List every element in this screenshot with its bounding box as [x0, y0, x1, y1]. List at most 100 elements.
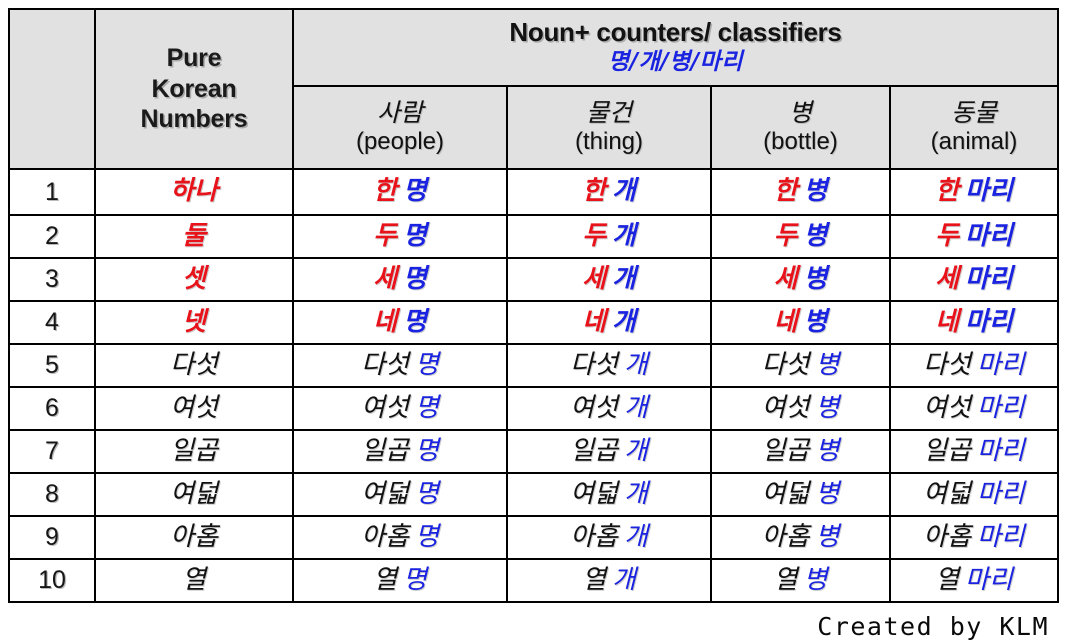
animal-number-word: 일곱	[923, 435, 971, 466]
bottle-counter-word: 병	[815, 435, 840, 466]
people-counter-cell-1: 한명	[292, 168, 508, 216]
animal-counter-cell-10: 열 마리	[889, 558, 1059, 603]
row-index-2: 2	[8, 214, 96, 259]
people-counter-cell-5: 다섯 명	[292, 343, 508, 388]
thing-number-word: 두	[582, 220, 606, 251]
animal-counter-word: 마리	[965, 220, 1013, 251]
row-index-3: 3	[8, 257, 96, 302]
table-row: 8 여덟 여덟 명 여덟 개 여덟 병 여덟 마리	[8, 472, 1059, 517]
people-counter-cell-3: 세명	[292, 257, 508, 302]
table-row: 4 넷 네 명 네 개 네 병 네 마리	[8, 300, 1059, 345]
animal-number-word: 한	[935, 176, 960, 207]
animal-number-word: 네	[935, 306, 960, 337]
bottle-counter-word: 병	[803, 564, 828, 595]
row-index-5: 5	[8, 343, 96, 388]
table-body: 1 하나 한 명 한 개 한 병 한 마리 2 둘 두 명 두 개 두 병 두 마리 3 셋 세 명 세 개 세 병 세 마리 4 넷 네 명 네 개…	[8, 168, 1059, 603]
people-counter-cell-9: 아홉 명	[292, 515, 508, 560]
people-counter-word: 명	[414, 521, 439, 552]
animal-number-word: 여섯	[923, 392, 971, 423]
table-header: Pure Korean Numbers Noun+ counters/ clas…	[8, 8, 1059, 171]
people-counter-word: 명	[414, 349, 439, 380]
people-counter-cell-10: 열명	[292, 558, 508, 603]
thing-counter-word: 개	[623, 478, 648, 509]
header-noun-counters-classifiers: Noun+ counters/ classifiers 명/개/병/마리	[292, 8, 1059, 87]
people-counter-word: 명	[403, 263, 427, 294]
bottle-number-word: 일곱	[761, 435, 810, 466]
people-number-word: 한	[373, 176, 397, 207]
table-row: 7 일곱 일곱 명 일곱 개 일곱 병 일곱 마리	[8, 429, 1059, 474]
people-number-word: 세	[373, 263, 397, 294]
animal-counter-cell-2: 두 마리	[889, 214, 1059, 259]
row-index-4: 4	[8, 300, 96, 345]
header-index-corner	[8, 8, 96, 170]
pure-number-7: 일곱	[94, 429, 294, 474]
animal-counter-word: 마리	[977, 392, 1025, 423]
row-index-9: 9	[8, 515, 96, 560]
thing-counter-cell-4: 네개	[506, 300, 712, 345]
subcolumn-thing-english: (thing)	[574, 127, 644, 155]
thing-counter-word: 개	[612, 306, 636, 337]
thing-counter-word: 개	[612, 176, 636, 207]
thing-number-word: 여섯	[570, 392, 618, 423]
noun-counters-korean: 명/개/병/마리	[607, 49, 743, 76]
korean-counters-chart: Pure Korean Numbers Noun+ counters/ clas…	[8, 8, 1059, 641]
people-counter-word: 명	[403, 564, 427, 595]
credit-text: Created by KLM	[817, 612, 1049, 641]
pure-number-word: 여덟	[170, 478, 218, 509]
thing-counter-cell-3: 세개	[506, 257, 712, 302]
bottle-counter-cell-1: 한병	[710, 168, 891, 216]
animal-number-word: 세	[935, 263, 960, 294]
animal-counter-word: 마리	[965, 263, 1013, 294]
pure-number-9: 아홉	[94, 515, 294, 560]
pure-number-word: 아홉	[170, 521, 218, 552]
pure-number-10: 열	[94, 558, 294, 603]
thing-number-word: 네	[582, 306, 606, 337]
people-counter-word: 명	[414, 392, 439, 423]
people-counter-cell-8: 여덟 명	[292, 472, 508, 517]
bottle-number-word: 한	[773, 176, 798, 207]
animal-counter-cell-3: 세 마리	[889, 257, 1059, 302]
bottle-counter-cell-7: 일곱 병	[710, 429, 891, 474]
table-row: 5 다섯 다섯 명 다섯 개 다섯 병 다섯 마리	[8, 343, 1059, 388]
pure-number-word: 넷	[182, 306, 206, 337]
pure-number-word: 둘	[182, 220, 206, 251]
thing-number-word: 한	[582, 176, 606, 207]
thing-counter-cell-10: 열개	[506, 558, 712, 603]
thing-counter-cell-5: 다섯 개	[506, 343, 712, 388]
thing-counter-word: 개	[623, 349, 648, 380]
table-row: 10 열 열 명 열 개 열 병 열 마리	[8, 558, 1059, 603]
table-row: 6 여섯 여섯 명 여섯 개 여섯 병 여섯 마리	[8, 386, 1059, 431]
people-number-word: 두	[373, 220, 397, 251]
people-counter-cell-7: 일곱 명	[292, 429, 508, 474]
animal-counter-word: 마리	[977, 478, 1025, 509]
bottle-counter-word: 병	[815, 392, 840, 423]
bottle-number-word: 아홉	[761, 521, 810, 552]
subcolumn-bottle-english: (bottle)	[763, 127, 838, 155]
subcolumn-people-english: (people)	[355, 127, 445, 155]
bottle-number-word: 네	[773, 306, 798, 337]
bottle-number-word: 열	[773, 564, 798, 595]
subcolumn-thing-korean: 물건	[585, 97, 632, 127]
table-row: 2 둘 두 명 두 개 두 병 두 마리	[8, 214, 1059, 259]
animal-counter-cell-9: 아홉 마리	[889, 515, 1059, 560]
people-counter-word: 명	[403, 176, 427, 207]
people-counter-cell-6: 여섯 명	[292, 386, 508, 431]
subcolumn-animal-korean: 동물	[950, 97, 997, 127]
pure-number-word: 여섯	[170, 392, 218, 423]
footer: Created by KLM	[8, 612, 1057, 641]
animal-number-word: 두	[935, 220, 960, 251]
bottle-counter-cell-4: 네병	[710, 300, 891, 345]
bottle-counter-cell-8: 여덟 병	[710, 472, 891, 517]
people-number-word: 여덟	[361, 478, 409, 509]
thing-counter-cell-8: 여덟 개	[506, 472, 712, 517]
bottle-number-word: 여덟	[761, 478, 810, 509]
header-subcolumn-animal: 동물 (animal)	[889, 84, 1059, 171]
pure-number-8: 여덟	[94, 472, 294, 517]
thing-counter-word: 개	[612, 564, 636, 595]
pure-number-4: 넷	[94, 300, 294, 345]
animal-number-word: 여덟	[923, 478, 971, 509]
bottle-number-word: 여섯	[761, 392, 810, 423]
animal-counter-word: 마리	[965, 176, 1013, 207]
thing-counter-cell-6: 여섯 개	[506, 386, 712, 431]
bottle-number-word: 다섯	[761, 349, 810, 380]
